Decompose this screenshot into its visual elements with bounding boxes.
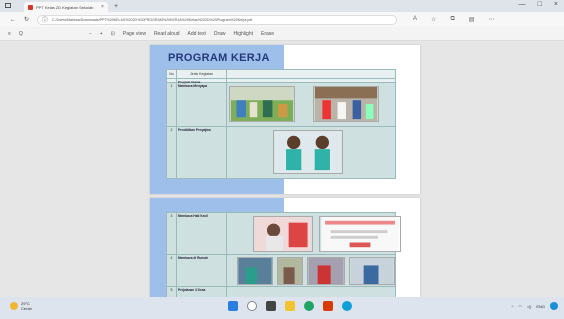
favorite-icon[interactable]: ☆ [431, 16, 436, 23]
table-header: No Jenis Kegiatan [167, 70, 395, 79]
add-text-button[interactable]: Add text [188, 31, 206, 37]
zoom-out-button[interactable]: − [89, 31, 92, 37]
row-label: Membaca Menyapa [177, 83, 227, 126]
fit-page-button[interactable]: ⊡ [111, 31, 115, 37]
classroom-photo [229, 86, 295, 122]
home-photo [277, 257, 303, 285]
notification-icon[interactable] [550, 302, 558, 310]
tray-chevron-icon[interactable]: ^ [512, 304, 514, 309]
read-aloud-button[interactable]: Read aloud [154, 31, 180, 37]
table-row: 1 Membaca Menyapa [167, 83, 395, 127]
collections-icon[interactable]: ▤ [469, 16, 475, 23]
chrome-icon[interactable] [304, 301, 314, 311]
office-icon[interactable] [323, 301, 333, 311]
section-label: Program Utama [177, 79, 227, 84]
students-photo [273, 130, 343, 174]
weather-desc: Cerah [21, 306, 32, 311]
program-table: No Jenis Kegiatan Program Utama 1 Membac… [166, 69, 396, 179]
new-tab-button[interactable]: + [114, 3, 118, 10]
home-photo [237, 257, 273, 285]
extensions-icon[interactable]: ⧉ [450, 16, 454, 23]
table-row: 4 Membaca di Rumah [167, 255, 395, 287]
pdf-icon [28, 4, 33, 10]
home-photo [349, 257, 395, 285]
language-indicator[interactable]: ENG [536, 304, 545, 309]
close-window-button[interactable]: × [554, 1, 558, 8]
sun-icon [10, 302, 18, 310]
read-mode-icon[interactable]: A [413, 16, 417, 23]
page-view-button[interactable]: Page view [123, 31, 146, 37]
highlight-button[interactable]: Highlight [234, 31, 253, 37]
file-icon: ⓘ [42, 18, 49, 24]
contents-button[interactable]: ≡ [8, 31, 11, 37]
menu-icon[interactable]: ⋯ [488, 16, 494, 23]
url-field[interactable]: ⓘ C:/Users/Mahesa/Downloads/PPT%20KELAS%… [37, 14, 398, 25]
taskbar-apps [228, 301, 352, 311]
row-label: Membaca Hati Kecil [177, 213, 227, 254]
back-button[interactable]: ← [10, 17, 16, 23]
row-number: 2 [167, 127, 177, 179]
row-number: 1 [167, 83, 177, 126]
row-photos [227, 255, 395, 286]
title-bar: PPT Kelas 2D Kegiatan Sekolah × + — □ × [0, 0, 564, 12]
header-kegiatan: Jenis Kegiatan [177, 70, 227, 78]
screenshot-photo [319, 216, 401, 252]
row-label: Pendidikan Penyajian [177, 127, 227, 179]
erase-button[interactable]: Erase [261, 31, 274, 37]
activity-photo [253, 216, 313, 252]
pdf-toolbar: ≡ Q − + ⊡ Page view Read aloud Add text … [0, 27, 564, 41]
system-tray: ^ ◠ ◁) ENG [512, 302, 558, 310]
address-actions: A ☆ ⧉ ▤ ⋯ [413, 16, 494, 23]
tab-title: PPT Kelas 2D Kegiatan Sekolah [36, 4, 94, 10]
weather-widget[interactable]: 29°C Cerah [10, 301, 32, 311]
edge-icon[interactable] [342, 301, 352, 311]
file-explorer-icon[interactable] [285, 301, 295, 311]
row-photos [227, 127, 395, 179]
table-row: 2 Pendidikan Penyajian [167, 127, 395, 179]
minimize-button[interactable]: — [519, 1, 526, 8]
wifi-icon[interactable]: ◠ [518, 304, 522, 309]
url-text: C:/Users/Mahesa/Downloads/PPT%20KELAS%20… [52, 17, 253, 22]
row-photos [227, 213, 401, 254]
home-photo [307, 257, 345, 285]
volume-icon[interactable]: ◁) [527, 304, 531, 309]
window-controls: — □ × [519, 1, 558, 8]
classroom-photo [313, 86, 379, 122]
row-photos [227, 83, 395, 126]
row-label: Membaca di Rumah [177, 255, 227, 286]
table-row: 3 Membaca Hati Kecil [167, 213, 401, 255]
search-icon[interactable] [247, 301, 257, 311]
browser-tab[interactable]: PPT Kelas 2D Kegiatan Sekolah × [24, 2, 108, 12]
task-view-icon[interactable] [266, 301, 276, 311]
pdf-page-2: 3 Membaca Hati Kecil 4 Membaca di Rumah … [150, 198, 420, 299]
pdf-viewer[interactable]: PROGRAM KERJA No Jenis Kegiatan Program … [0, 41, 564, 299]
program-table: 3 Membaca Hati Kecil 4 Membaca di Rumah … [166, 212, 401, 299]
row-number: 3 [167, 213, 177, 254]
document-title: PROGRAM KERJA [168, 52, 270, 64]
search-button[interactable]: Q [19, 31, 23, 37]
taskbar: 29°C Cerah ^ ◠ ◁) ENG [0, 297, 564, 319]
tab-close-button[interactable]: × [101, 4, 104, 10]
zoom-in-button[interactable]: + [100, 31, 103, 37]
start-icon[interactable] [228, 301, 238, 311]
header-no: No [167, 70, 177, 78]
window-menu-icon[interactable] [5, 3, 11, 8]
maximize-button[interactable]: □ [538, 1, 542, 8]
address-bar-row: ← ↻ ⓘ C:/Users/Mahesa/Downloads/PPT%20KE… [0, 12, 564, 27]
refresh-button[interactable]: ↻ [24, 16, 29, 23]
pdf-page-1: PROGRAM KERJA No Jenis Kegiatan Program … [150, 45, 420, 194]
draw-button[interactable]: Draw [214, 31, 226, 37]
row-number: 4 [167, 255, 177, 286]
